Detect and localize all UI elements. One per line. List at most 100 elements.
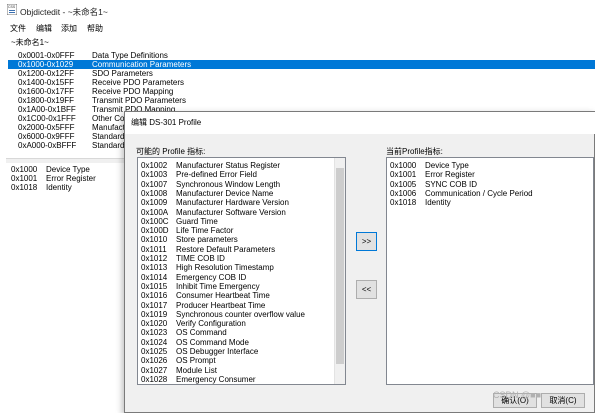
index-code: 0x1007 — [141, 179, 168, 189]
entry-desc: Device Type — [46, 165, 90, 174]
menu-add[interactable]: 添加 — [61, 23, 77, 34]
dialog-titlebar[interactable]: 编辑 DS-301 Profile — [125, 112, 595, 134]
index-code: 0x1019 — [141, 309, 168, 319]
scrollbar-thumb[interactable] — [336, 168, 344, 364]
range-desc: Communication Parameters — [92, 60, 192, 69]
index-desc: TIME COB ID — [176, 254, 225, 263]
remove-index-button[interactable]: << — [356, 280, 377, 299]
edit-profile-dialog: 编辑 DS-301 Profile 可能的 Profile 指标: 当前Prof… — [124, 111, 595, 413]
index-code: 0x100C — [141, 216, 169, 226]
menu-file[interactable]: 文件 — [10, 23, 26, 34]
index-code: 0x1026 — [141, 356, 168, 366]
range-desc: Receive PDO Parameters — [92, 78, 185, 87]
index-code: 0x1001 — [390, 170, 417, 180]
dialog-title: 编辑 DS-301 Profile — [131, 118, 202, 127]
index-desc: Emergency COB ID — [176, 272, 247, 282]
index-code: 0x1009 — [141, 198, 168, 208]
index-code: 0x1008 — [141, 188, 168, 198]
index-desc: Communication / Cycle Period — [425, 188, 533, 198]
index-desc: Emergency Consumer — [176, 374, 256, 384]
range-code: 0x1C00-0x1FFF — [18, 114, 76, 123]
range-code: 0x0001-0x0FFF — [18, 51, 75, 60]
range-code: 0x1A00-0x1BFF — [18, 105, 76, 114]
index-desc: OS Command Mode — [176, 337, 249, 347]
cancel-button[interactable]: 取消(C) — [541, 393, 585, 408]
range-desc: Other Co — [92, 114, 125, 123]
index-code: 0x1023 — [141, 328, 168, 338]
range-code: 0x1400-0x15FF — [18, 78, 75, 87]
index-code: 0x1010 — [141, 235, 168, 245]
index-code: 0x1025 — [141, 347, 168, 356]
index-desc: High Resolution Timestamp — [176, 263, 274, 273]
range-desc: Data Type Definitions — [92, 51, 168, 60]
index-desc: Producer Heartbeat Time — [176, 300, 266, 310]
range-code: 0x1000-0x1029 — [18, 60, 74, 69]
range-code: 0x1200-0x12FF — [18, 69, 75, 78]
index-desc: Pre-defined Error Field — [176, 170, 257, 180]
window-titlebar[interactable]: CSS Objdictedit - ~未命名1~ — [0, 0, 595, 20]
range-code: 0x1600-0x17FF — [18, 87, 75, 96]
available-indexes-label: 可能的 Profile 指标: — [136, 147, 206, 156]
index-desc: Consumer Heartbeat Time — [176, 291, 270, 301]
index-code: 0x1016 — [141, 291, 168, 301]
index-code: 0x1018 — [390, 198, 417, 208]
range-code: 0xA000-0xBFFF — [18, 141, 77, 150]
document-tab[interactable]: ~未命名1~ — [11, 37, 49, 48]
add-index-button[interactable]: >> — [356, 232, 377, 251]
entry-desc: Error Register — [46, 174, 96, 183]
index-code: 0x1002 — [141, 161, 168, 170]
range-code: 0x2000-0x5FFF — [18, 123, 75, 132]
index-desc: Guard Time — [176, 216, 218, 226]
index-desc: Error Register — [425, 170, 475, 180]
available-list-scrollbar[interactable] — [334, 158, 345, 384]
range-desc: Receive PDO Mapping — [92, 87, 174, 96]
index-desc: Store parameters — [176, 235, 238, 245]
current-indexes-list[interactable]: 0x1000 Device Type 0x1001 Error Register 0… — [386, 157, 594, 385]
index-code: 0x1024 — [141, 337, 168, 347]
window-title: Objdictedit - ~未命名1~ — [20, 7, 108, 17]
entry-code: 0x1000 — [11, 165, 38, 174]
index-desc: Device Type — [425, 161, 469, 170]
index-desc: Synchronous counter overflow value — [176, 309, 305, 319]
entry-code: 0x1018 — [11, 183, 38, 192]
index-code: 0x1028 — [141, 374, 168, 384]
range-code: 0x1800-0x19FF — [18, 96, 75, 105]
range-desc: SDO Parameters — [92, 69, 153, 78]
index-desc: Restore Default Parameters — [176, 244, 276, 254]
index-code: 0x1017 — [141, 300, 168, 310]
menu-edit[interactable]: 编辑 — [36, 23, 52, 34]
index-desc: OS Command — [176, 328, 227, 338]
index-code: 0x1000 — [390, 161, 417, 170]
index-code: 0x1014 — [141, 272, 168, 282]
index-desc: Manufacturer Hardware Version — [176, 198, 289, 208]
index-code: 0x1003 — [141, 170, 168, 180]
range-desc: Standard — [92, 141, 125, 150]
index-code: 0x1006 — [390, 188, 417, 198]
index-code: 0x1020 — [141, 319, 168, 329]
range-code: 0x6000-0x9FFF — [18, 132, 75, 141]
index-code: 0x100A — [141, 207, 169, 217]
menu-help[interactable]: 帮助 — [87, 23, 103, 34]
app-icon: CSS — [7, 4, 17, 15]
available-indexes-list[interactable]: 0x1002 Manufacturer Status Register 0x100… — [137, 157, 346, 385]
index-desc: Synchronous Window Length — [176, 179, 281, 189]
range-desc: Manufact — [92, 123, 125, 132]
index-desc: OS Prompt — [176, 356, 216, 366]
svg-text:CSS: CSS — [8, 5, 16, 9]
index-code: 0x1005 — [390, 179, 417, 189]
entry-code: 0x1001 — [11, 174, 38, 183]
entry-desc: Identity — [46, 183, 72, 192]
index-desc: Identity — [425, 198, 451, 208]
range-desc: Standard — [92, 132, 125, 141]
index-desc: Module List — [176, 365, 217, 375]
index-desc: SYNC COB ID — [425, 179, 478, 189]
entry-list[interactable]: 0x1000 Device Type 0x1001 Error Register 0… — [6, 162, 126, 413]
index-desc: Manufacturer Status Register — [176, 161, 281, 170]
index-desc: OS Debugger Interface — [176, 347, 259, 356]
range-desc: Transmit PDO Parameters — [92, 96, 186, 105]
index-code: 0x1012 — [141, 254, 168, 263]
index-desc: Life Time Factor — [176, 226, 234, 236]
watermark: CSDN @■■ — [493, 390, 542, 400]
index-code: 0x1027 — [141, 365, 168, 375]
index-desc: Manufacturer Software Version — [176, 207, 286, 217]
